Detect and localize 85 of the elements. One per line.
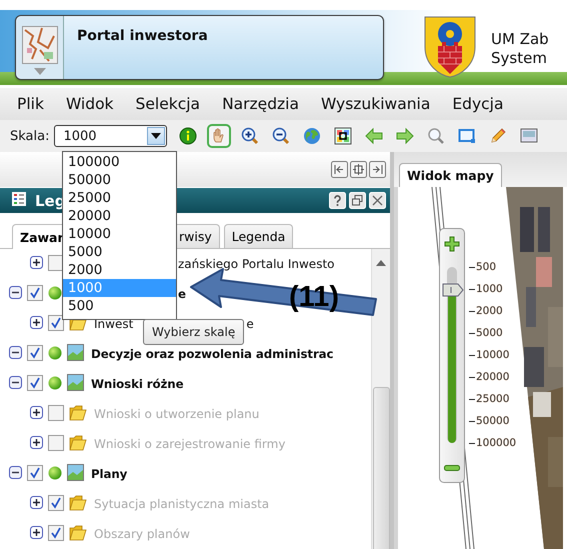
scale-label: Skala: (10, 128, 50, 144)
scale-tick-label[interactable]: 25000 (469, 388, 516, 410)
menu-item[interactable]: Edycja (452, 95, 504, 113)
scale-dropdown-menu[interactable]: 100000 50000 25000 20000 10000 5000 2000 1000 500 (62, 151, 177, 320)
menu-item[interactable]: Plik (17, 95, 44, 113)
folder-icon (69, 404, 87, 421)
expand-toggle[interactable] (30, 436, 43, 449)
dropdown-option[interactable]: 20000 (63, 207, 176, 225)
legend-icon (12, 192, 26, 206)
collapse-toggle[interactable] (9, 346, 22, 359)
annotation-label: (11) (289, 281, 339, 314)
layer-name[interactable]: Decyzje oraz pozwolenia administrac (91, 347, 334, 361)
layer-name[interactable]: Wnioski różne (91, 377, 184, 391)
layer-name[interactable]: Plany (91, 467, 128, 481)
layer-name[interactable]: zańskiego Portalu Inwesto (178, 257, 334, 271)
scale-tick-label[interactable]: 50000 (469, 410, 516, 432)
tab[interactable]: Legenda (224, 224, 294, 248)
dropdown-option[interactable]: 500 (63, 297, 176, 315)
dock-center-button[interactable] (350, 161, 367, 178)
checkbox[interactable] (48, 494, 64, 510)
zoom-slider[interactable] (439, 228, 465, 483)
collapse-toggle[interactable] (9, 286, 22, 299)
layer-name[interactable]: e (178, 287, 186, 301)
scroll-up-icon[interactable] (376, 259, 386, 267)
status-dot (48, 466, 62, 480)
organization-name: UM Zab (491, 30, 549, 49)
scale-tick-label[interactable]: 100000 (469, 432, 516, 454)
organization-name: System (491, 49, 548, 68)
tab[interactable]: Widok mapy (399, 163, 502, 187)
map-thumbnail-icon[interactable] (22, 26, 58, 64)
image-layer-icon (67, 344, 84, 361)
help-button[interactable] (329, 192, 346, 209)
checkbox[interactable] (27, 374, 43, 390)
scale-tick-label[interactable]: 20000 (469, 366, 516, 388)
expand-toggle[interactable] (30, 526, 43, 539)
zoom-out-button[interactable] (444, 465, 460, 471)
scrollbar[interactable] (371, 249, 390, 549)
status-dot (48, 376, 62, 390)
folder-icon (69, 434, 87, 451)
restore-button[interactable] (349, 192, 366, 209)
folder-icon (69, 524, 87, 541)
tooltip: Wybierz skalę (143, 319, 244, 345)
checkbox[interactable] (27, 464, 43, 480)
image-layer-icon (67, 374, 84, 391)
dock-left-button[interactable] (331, 161, 348, 178)
checkbox[interactable] (48, 254, 64, 270)
scale-tick-label[interactable]: 1000 (469, 278, 516, 300)
dock-right-button[interactable] (369, 161, 386, 178)
expand-toggle[interactable] (30, 316, 43, 329)
expand-toggle[interactable] (30, 496, 43, 509)
collapse-toggle[interactable] (9, 376, 22, 389)
checkbox[interactable] (48, 404, 64, 420)
checkbox[interactable] (48, 434, 64, 450)
menu-item[interactable]: Selekcja (136, 95, 200, 113)
scale-tick-label[interactable]: 5000 (469, 322, 516, 344)
layer-name[interactable]: Inwest (94, 317, 134, 331)
checkbox[interactable] (48, 524, 64, 540)
layer-name[interactable]: e (246, 317, 254, 331)
zoom-in-button[interactable] (444, 236, 460, 252)
menu-item[interactable]: Narzędzia (222, 95, 299, 113)
menu-item[interactable]: Widok (66, 95, 114, 113)
scale-tick-label[interactable]: 10000 (469, 344, 516, 366)
scrollbar-thumb[interactable] (372, 387, 390, 549)
expand-toggle[interactable] (30, 256, 43, 269)
checkbox[interactable] (27, 344, 43, 360)
scale-tick-label[interactable]: 500 (469, 256, 516, 278)
expand-toggle[interactable] (30, 406, 43, 419)
checkbox[interactable] (48, 314, 64, 330)
status-dot (48, 286, 62, 300)
dropdown-option[interactable]: 25000 (63, 189, 176, 207)
scale-tick-label[interactable]: 2000 (469, 300, 516, 322)
checkbox[interactable] (27, 284, 43, 300)
image-layer-icon (67, 464, 84, 481)
folder-icon (69, 494, 87, 511)
close-button[interactable] (369, 192, 386, 209)
status-dot (48, 346, 62, 360)
menu-item[interactable]: Wyszukiwania (320, 95, 430, 113)
dropdown-option[interactable]: 100000 (63, 153, 176, 171)
scale-combobox[interactable]: 1000 (54, 125, 168, 147)
caret-icon[interactable] (151, 133, 162, 139)
app-title: Portal inwestora (77, 28, 208, 46)
collapse-toggle[interactable] (9, 466, 22, 479)
dropdown-option[interactable]: 50000 (63, 171, 176, 189)
dropdown-option[interactable]: 2000 (63, 261, 176, 279)
slider-thumb[interactable] (442, 283, 464, 297)
